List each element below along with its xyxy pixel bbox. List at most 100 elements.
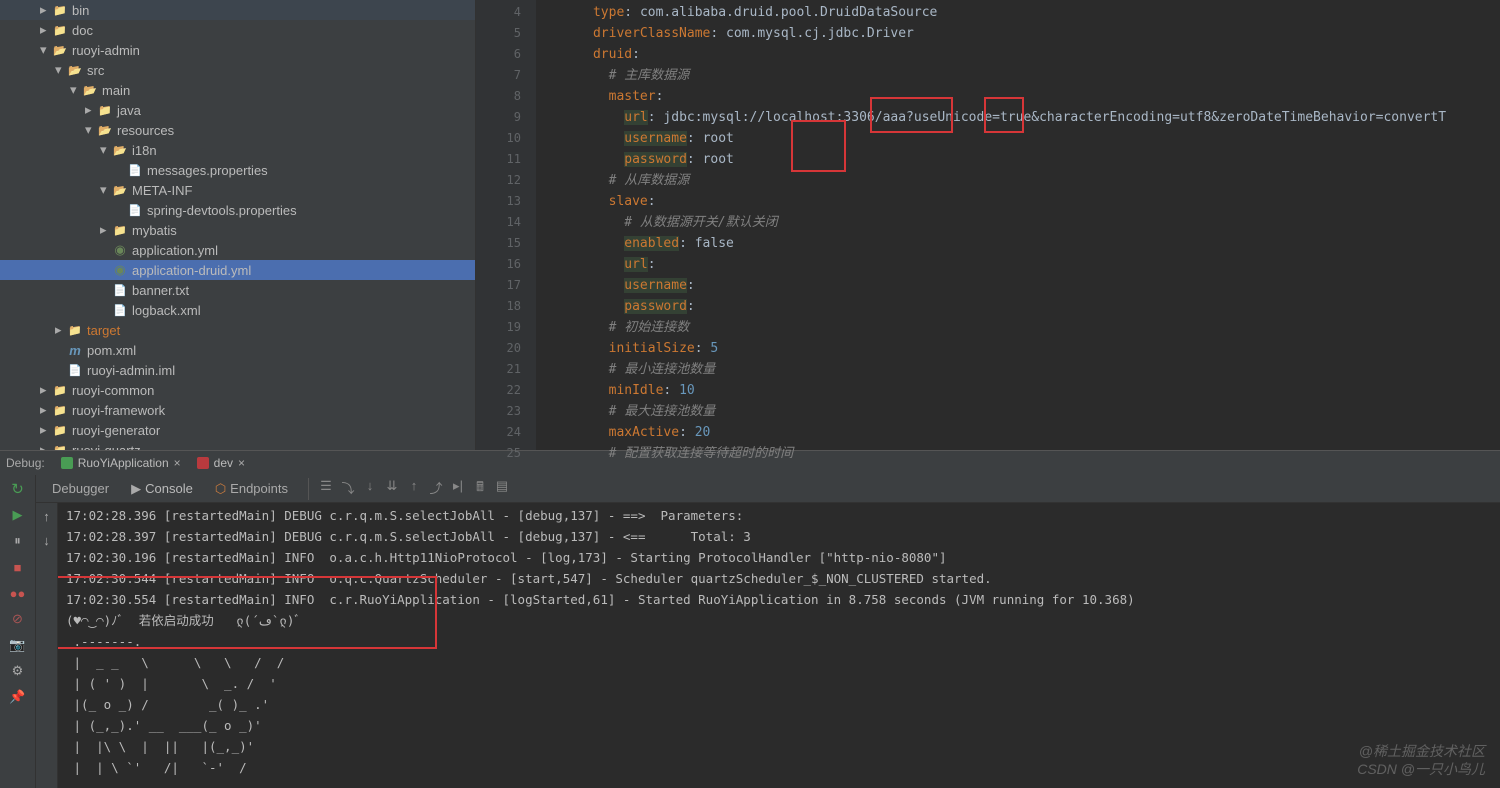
- tree-arrow-icon[interactable]: ▸: [85, 102, 97, 118]
- tree-arrow-icon[interactable]: ▾: [100, 142, 112, 158]
- code-line[interactable]: # 最小连接池数量: [536, 359, 1500, 380]
- gutter-line[interactable]: 20: [476, 338, 521, 359]
- console-line[interactable]: | |\ \ | || |(_,_)': [66, 736, 1492, 757]
- tree-item-META-INF[interactable]: ▾META-INF: [0, 180, 475, 200]
- close-icon[interactable]: ×: [238, 456, 245, 470]
- down-icon[interactable]: ↓: [39, 532, 55, 548]
- tree-arrow-icon[interactable]: ▸: [40, 422, 52, 438]
- code-line[interactable]: type: com.alibaba.druid.pool.DruidDataSo…: [536, 2, 1500, 23]
- gutter-line[interactable]: 22: [476, 380, 521, 401]
- tree-arrow-icon[interactable]: ▾: [40, 42, 52, 58]
- step-into-icon[interactable]: ↓: [361, 478, 379, 500]
- tree-item-messages-properties[interactable]: messages.properties: [0, 160, 475, 180]
- tree-arrow-icon[interactable]: ▾: [85, 122, 97, 138]
- up-icon[interactable]: ↑: [39, 508, 55, 524]
- tree-item-main[interactable]: ▾main: [0, 80, 475, 100]
- gutter-line[interactable]: 16: [476, 254, 521, 275]
- tree-item-application-druid-yml[interactable]: ◉application-druid.yml: [0, 260, 475, 280]
- console-line[interactable]: 17:02:30.196 [restartedMain] INFO o.a.c.…: [66, 547, 1492, 568]
- tree-item-bin[interactable]: ▸bin: [0, 0, 475, 20]
- gutter-line[interactable]: 15: [476, 233, 521, 254]
- code-line[interactable]: # 配置获取连接等待超时的时间: [536, 443, 1500, 464]
- gutter-line[interactable]: 23: [476, 401, 521, 422]
- tree-item-logback-xml[interactable]: logback.xml: [0, 300, 475, 320]
- editor-code-area[interactable]: type: com.alibaba.druid.pool.DruidDataSo…: [536, 0, 1500, 450]
- console-line[interactable]: | (_,_).' __ ___(_ o _)': [66, 715, 1492, 736]
- gutter-line[interactable]: 25: [476, 443, 521, 464]
- gutter-line[interactable]: 24: [476, 422, 521, 443]
- code-line[interactable]: enabled: false: [536, 233, 1500, 254]
- run-to-cursor-icon[interactable]: ▸|: [449, 478, 467, 500]
- tree-item-doc[interactable]: ▸doc: [0, 20, 475, 40]
- tree-arrow-icon[interactable]: ▾: [55, 62, 67, 78]
- gutter-line[interactable]: 5: [476, 23, 521, 44]
- debug-tab-dev[interactable]: dev ×: [189, 451, 253, 476]
- gutter-line[interactable]: 18: [476, 296, 521, 317]
- gutter-line[interactable]: 19: [476, 317, 521, 338]
- tree-item-ruoyi-admin-iml[interactable]: ruoyi-admin.iml: [0, 360, 475, 380]
- console-line[interactable]: |(_ o _) / _( )_ .': [66, 694, 1492, 715]
- tree-arrow-icon[interactable]: ▸: [40, 442, 52, 450]
- gutter-line[interactable]: 6: [476, 44, 521, 65]
- tree-item-mybatis[interactable]: ▸mybatis: [0, 220, 475, 240]
- debug-tab-app[interactable]: RuoYiApplication ×: [53, 451, 189, 476]
- console-line[interactable]: | ( ' ) | \ _. / ': [66, 673, 1492, 694]
- gutter-line[interactable]: 4: [476, 2, 521, 23]
- code-line[interactable]: driverClassName: com.mysql.cj.jdbc.Drive…: [536, 23, 1500, 44]
- project-tree[interactable]: ▸bin▸doc▾ruoyi-admin▾src▾main▸java▾resou…: [0, 0, 476, 450]
- code-line[interactable]: # 从数据源开关/默认关闭: [536, 212, 1500, 233]
- console-line[interactable]: | _ _ \ \ \ / /: [66, 652, 1492, 673]
- tree-arrow-icon[interactable]: ▾: [70, 82, 82, 98]
- tree-arrow-icon[interactable]: ▸: [55, 322, 67, 338]
- tree-arrow-icon[interactable]: ▸: [40, 22, 52, 38]
- tree-arrow-icon[interactable]: ▾: [100, 182, 112, 198]
- code-line[interactable]: druid:: [536, 44, 1500, 65]
- gutter-line[interactable]: 11: [476, 149, 521, 170]
- tree-item-ruoyi-quartz[interactable]: ▸ruoyi-quartz: [0, 440, 475, 450]
- drop-frame-icon[interactable]: ⤴: [427, 478, 445, 500]
- tab-endpoints[interactable]: ⬡Endpoints: [205, 475, 298, 503]
- layout-icon[interactable]: ☰: [317, 478, 335, 500]
- gutter-line[interactable]: 7: [476, 65, 521, 86]
- tree-item-java[interactable]: ▸java: [0, 100, 475, 120]
- stop-icon[interactable]: ■: [10, 559, 26, 575]
- console-line[interactable]: 17:02:28.396 [restartedMain] DEBUG c.r.q…: [66, 505, 1492, 526]
- console-line[interactable]: | | \ `' /| `-' /: [66, 757, 1492, 778]
- tree-item-banner-txt[interactable]: banner.txt: [0, 280, 475, 300]
- tree-item-target[interactable]: ▸target: [0, 320, 475, 340]
- code-line[interactable]: password:: [536, 296, 1500, 317]
- gutter-line[interactable]: 12: [476, 170, 521, 191]
- gutter-line[interactable]: 14: [476, 212, 521, 233]
- code-line[interactable]: minIdle: 10: [536, 380, 1500, 401]
- tree-item-ruoyi-generator[interactable]: ▸ruoyi-generator: [0, 420, 475, 440]
- code-line[interactable]: username:: [536, 275, 1500, 296]
- gutter-line[interactable]: 10: [476, 128, 521, 149]
- gutter-line[interactable]: 8: [476, 86, 521, 107]
- tab-console[interactable]: ▶Console: [121, 475, 203, 503]
- code-line[interactable]: url:: [536, 254, 1500, 275]
- mute-breakpoints-icon[interactable]: ⊘: [10, 611, 26, 627]
- code-line[interactable]: username: root: [536, 128, 1500, 149]
- tree-arrow-icon[interactable]: ▸: [100, 222, 112, 238]
- step-over-icon[interactable]: ⤵: [339, 478, 357, 500]
- gutter-line[interactable]: 17: [476, 275, 521, 296]
- gutter-line[interactable]: 21: [476, 359, 521, 380]
- pause-icon[interactable]: ⏸: [10, 533, 26, 549]
- code-line[interactable]: initialSize: 5: [536, 338, 1500, 359]
- tree-item-application-yml[interactable]: ◉application.yml: [0, 240, 475, 260]
- trace-icon[interactable]: ▤: [493, 478, 511, 500]
- code-line[interactable]: maxActive: 20: [536, 422, 1500, 443]
- code-line[interactable]: # 初始连接数: [536, 317, 1500, 338]
- gutter-line[interactable]: 9: [476, 107, 521, 128]
- force-step-icon[interactable]: ⇊: [383, 478, 401, 500]
- resume-icon[interactable]: ▶: [10, 507, 26, 523]
- tree-arrow-icon[interactable]: ▸: [40, 382, 52, 398]
- code-line[interactable]: # 主库数据源: [536, 65, 1500, 86]
- tree-item-resources[interactable]: ▾resources: [0, 120, 475, 140]
- console-output[interactable]: 17:02:28.396 [restartedMain] DEBUG c.r.q…: [58, 503, 1500, 788]
- tree-item-i18n[interactable]: ▾i18n: [0, 140, 475, 160]
- view-breakpoints-icon[interactable]: ●●: [10, 585, 26, 601]
- code-line[interactable]: password: root: [536, 149, 1500, 170]
- tree-arrow-icon[interactable]: ▸: [40, 402, 52, 418]
- step-out-icon[interactable]: ↑: [405, 478, 423, 500]
